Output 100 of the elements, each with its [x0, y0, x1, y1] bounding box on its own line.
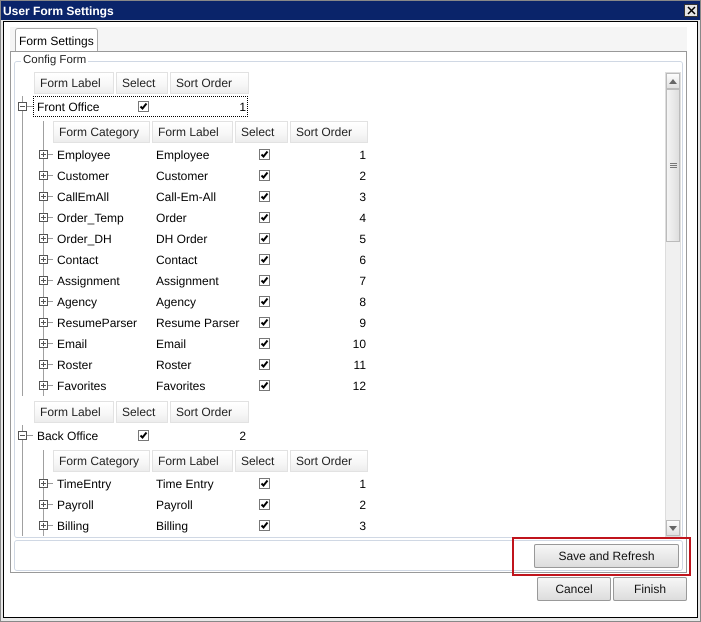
table-cell-text: Billing: [155, 518, 190, 534]
tree-item-label[interactable]: Employee: [53, 144, 152, 165]
sort-order: 1: [358, 476, 367, 492]
tree-item-label[interactable]: CallEmAll: [53, 186, 152, 207]
checkbox[interactable]: [259, 191, 270, 202]
sort-order: 4: [358, 210, 367, 226]
checkbox[interactable]: [259, 170, 270, 181]
column-header[interactable]: Select: [235, 121, 288, 143]
checkbox[interactable]: [259, 317, 270, 328]
expand-toggle[interactable]: [39, 381, 48, 390]
column-header[interactable]: Form Label: [34, 72, 114, 94]
table-cell-text: Roster: [155, 356, 192, 374]
column-header[interactable]: Form Category: [53, 121, 150, 143]
scroll-up-icon[interactable]: [666, 73, 680, 89]
expand-toggle[interactable]: [39, 276, 48, 285]
sort-order: 9: [358, 314, 367, 332]
tree-item-label[interactable]: Customer: [53, 165, 152, 186]
sort-order: 2: [358, 168, 367, 184]
dialog-button[interactable]: Cancel: [537, 577, 611, 601]
expand-toggle[interactable]: [39, 318, 48, 327]
tree-item-label[interactable]: Roster: [53, 354, 152, 375]
tree-row[interactable]: Back Office 2: [33, 425, 248, 446]
sort-order: 8: [358, 294, 367, 310]
column-header[interactable]: Form Label: [34, 401, 114, 423]
checkbox[interactable]: [138, 101, 148, 112]
sort-order: 2: [238, 428, 247, 444]
expand-toggle[interactable]: [39, 360, 48, 369]
tree-item-label[interactable]: Billing: [53, 515, 152, 536]
column-header[interactable]: Sort Order: [170, 72, 249, 94]
table-cell-text: Payroll: [155, 496, 194, 514]
column-header[interactable]: Form Label: [152, 450, 233, 472]
collapse-toggle[interactable]: [18, 102, 27, 111]
column-header[interactable]: Select: [235, 450, 288, 472]
table-cell-text: Order: [155, 210, 188, 226]
tab[interactable]: Form Settings: [15, 28, 98, 51]
scroll-thumb[interactable]: [666, 89, 680, 242]
column-header[interactable]: Sort Order: [290, 121, 368, 143]
column-header[interactable]: Form Label: [152, 121, 233, 143]
expand-toggle[interactable]: [39, 150, 48, 159]
sort-order: 5: [358, 230, 367, 248]
table-cell-text: Contact: [155, 252, 198, 268]
collapse-toggle[interactable]: [18, 431, 27, 440]
sort-order: 3: [358, 188, 367, 206]
tree-row[interactable]: Front Office 1: [33, 96, 248, 117]
checkbox[interactable]: [259, 359, 270, 370]
tree-item-label[interactable]: Payroll: [53, 494, 152, 515]
checkbox[interactable]: [138, 430, 148, 441]
close-button[interactable]: [684, 4, 698, 17]
sort-order: 12: [352, 378, 367, 394]
column-header[interactable]: Form Category: [53, 450, 150, 472]
checkbox[interactable]: [259, 338, 270, 349]
sort-order: 2: [358, 496, 367, 514]
table-cell-text: Call-Em-All: [155, 188, 217, 206]
checkbox[interactable]: [259, 212, 270, 223]
checkbox[interactable]: [259, 275, 270, 286]
checkbox[interactable]: [259, 149, 270, 160]
group-box-title: Config Form: [21, 54, 88, 66]
checkbox[interactable]: [259, 380, 270, 391]
tree-item-label[interactable]: Contact: [53, 249, 152, 270]
tree-item-label[interactable]: Back Office: [34, 425, 116, 446]
checkbox[interactable]: [259, 254, 270, 265]
checkbox[interactable]: [259, 296, 270, 307]
tree-item-label[interactable]: Email: [53, 333, 152, 354]
checkbox[interactable]: [259, 233, 270, 244]
tree-item-label[interactable]: Order_DH: [53, 228, 152, 249]
expand-toggle[interactable]: [39, 521, 48, 530]
table-cell-text: Email: [155, 336, 188, 352]
tree-item-label[interactable]: TimeEntry: [53, 473, 152, 494]
column-header[interactable]: Sort Order: [290, 450, 368, 472]
column-header[interactable]: Select: [116, 72, 168, 94]
save-and-refresh-button[interactable]: Save and Refresh: [534, 544, 679, 568]
dialog-button[interactable]: Finish: [613, 577, 687, 601]
expand-toggle[interactable]: [39, 234, 48, 243]
table-cell-text: Resume Parser: [155, 314, 239, 332]
tree-item-label[interactable]: Front Office: [34, 96, 116, 117]
expand-toggle[interactable]: [39, 500, 48, 509]
expand-toggle[interactable]: [39, 255, 48, 264]
tree-item-label[interactable]: Favorites: [53, 375, 152, 396]
expand-toggle[interactable]: [39, 297, 48, 306]
tree-item-label[interactable]: Assignment: [53, 270, 152, 291]
column-header[interactable]: Select: [116, 401, 168, 423]
column-header[interactable]: Sort Order: [170, 401, 249, 423]
tree-item-label[interactable]: Agency: [53, 291, 152, 312]
expand-toggle[interactable]: [39, 213, 48, 222]
tree-item-label[interactable]: ResumeParser: [53, 312, 152, 333]
expand-toggle[interactable]: [39, 171, 48, 180]
expand-toggle[interactable]: [39, 479, 48, 488]
expand-toggle[interactable]: [39, 339, 48, 348]
sort-order: 1: [238, 98, 247, 116]
table-cell-text: Time Entry: [155, 476, 215, 492]
sort-order: 7: [358, 272, 367, 290]
tree-item-label[interactable]: Order_Temp: [53, 207, 152, 228]
scroll-down-icon[interactable]: [666, 520, 680, 536]
expand-toggle[interactable]: [39, 192, 48, 201]
table-cell-text: Assignment: [155, 272, 220, 290]
table-cell-text: Employee: [155, 146, 210, 164]
checkbox[interactable]: [259, 499, 270, 510]
scrollbar[interactable]: [665, 72, 681, 537]
checkbox[interactable]: [259, 478, 270, 489]
checkbox[interactable]: [259, 520, 270, 531]
